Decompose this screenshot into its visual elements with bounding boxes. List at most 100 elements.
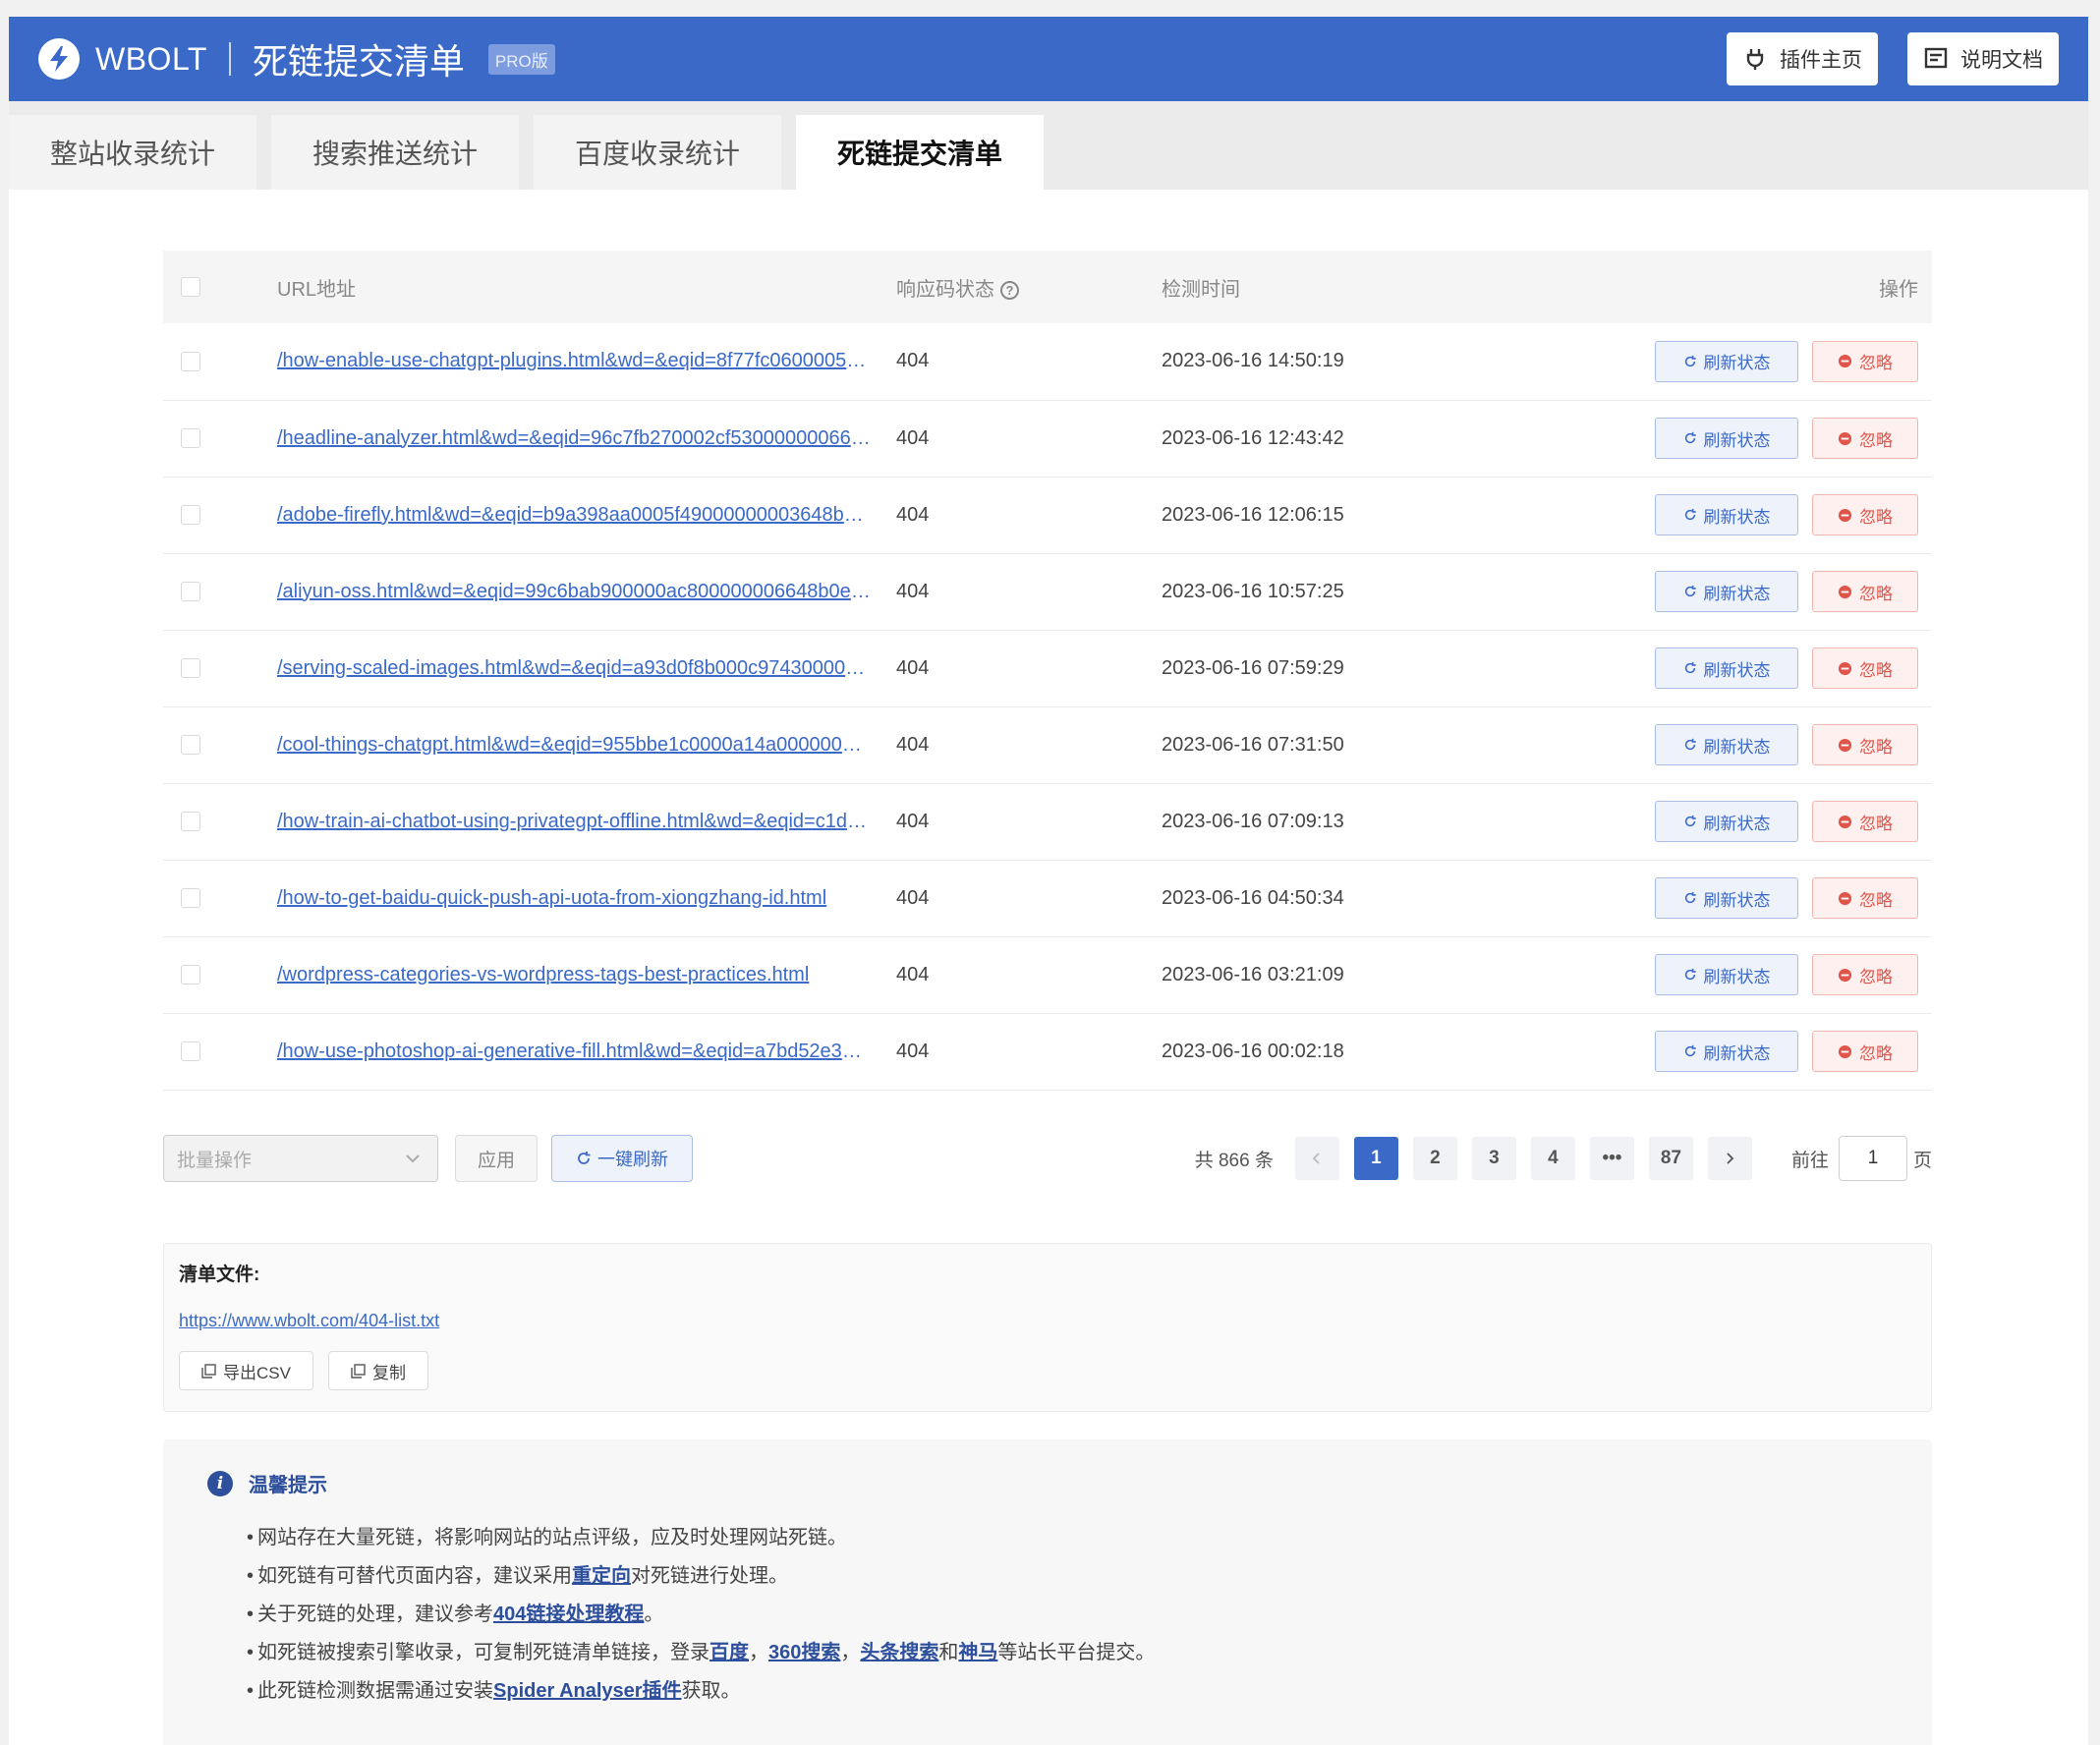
ignore-button[interactable]: 忽略 [1812, 801, 1918, 842]
row-checkbox[interactable] [181, 888, 200, 909]
help-icon[interactable]: ? [1000, 280, 1019, 300]
ignore-label: 忽略 [1859, 354, 1893, 373]
tip-link[interactable]: 404链接处理教程 [493, 1604, 644, 1625]
row-url-link[interactable]: /cool-things-chatgpt.html&wd=&eqid=955bb… [277, 734, 872, 757]
minus-circle-icon [1838, 891, 1852, 906]
list-file-link[interactable]: https://www.wbolt.com/404-list.txt [179, 1311, 1916, 1331]
page-1[interactable]: 1 [1353, 1137, 1398, 1180]
goto-prefix: 前往 [1790, 1150, 1829, 1171]
row-url-link[interactable]: /aliyun-oss.html&wd=&eqid=99c6bab900000a… [277, 581, 872, 603]
row-checkbox[interactable] [181, 812, 200, 832]
refresh-status-label: 刷新状态 [1703, 1043, 1771, 1063]
page-4[interactable]: 4 [1530, 1137, 1575, 1180]
ignore-button[interactable]: 忽略 [1812, 877, 1918, 919]
tab-baidu-index[interactable]: 百度收录统计 [534, 115, 781, 190]
row-checkbox[interactable] [181, 1041, 200, 1062]
tip-text: 等站长平台提交。 [997, 1642, 1156, 1663]
export-csv-button[interactable]: 导出CSV [179, 1351, 313, 1390]
ignore-button[interactable]: 忽略 [1812, 647, 1918, 689]
table-row: /how-to-get-baidu-quick-push-api-uota-fr… [163, 860, 1932, 937]
refresh-status-button[interactable]: 刷新状态 [1655, 340, 1798, 382]
refresh-icon [1683, 738, 1697, 752]
table-row: /how-use-photoshop-ai-generative-fill.ht… [163, 1013, 1932, 1091]
page-87[interactable]: 87 [1648, 1137, 1693, 1180]
ignore-button[interactable]: 忽略 [1812, 418, 1918, 459]
row-url-link[interactable]: /headline-analyzer.html&wd=&eqid=96c7fb2… [277, 427, 872, 450]
row-checkbox[interactable] [181, 735, 200, 756]
ignore-label: 忽略 [1859, 507, 1893, 527]
copy-icon [351, 1363, 366, 1379]
row-url-link[interactable]: /adobe-firefly.html&wd=&eqid=b9a398aa000… [277, 504, 872, 527]
copy-button[interactable]: 复制 [327, 1351, 428, 1390]
refresh-status-button[interactable]: 刷新状态 [1655, 724, 1798, 765]
refresh-status-label: 刷新状态 [1703, 814, 1771, 833]
refresh-status-button[interactable]: 刷新状态 [1655, 801, 1798, 842]
row-url-link[interactable]: /how-use-photoshop-ai-generative-fill.ht… [277, 1041, 872, 1063]
ignore-button[interactable]: 忽略 [1812, 1031, 1918, 1072]
list-file-title: 清单文件: [179, 1265, 260, 1285]
refresh-icon [1683, 891, 1697, 905]
row-checkbox[interactable] [181, 351, 200, 371]
row-time: 2023-06-16 10:57:25 [1162, 553, 1555, 631]
refresh-status-button[interactable]: 刷新状态 [1655, 1031, 1798, 1072]
copy-label: 复制 [371, 1363, 406, 1382]
goto-page-input[interactable]: 1 [1838, 1136, 1907, 1181]
brand-name: WBOLT [95, 40, 207, 77]
page-3[interactable]: 3 [1471, 1137, 1516, 1180]
row-status: 404 [896, 860, 1162, 937]
page-ellipsis[interactable]: ••• [1589, 1137, 1634, 1180]
next-page-button[interactable] [1707, 1137, 1752, 1180]
tip-link[interactable]: 百度 [709, 1642, 749, 1663]
row-checkbox[interactable] [181, 965, 200, 985]
tip-link[interactable]: 头条搜索 [860, 1642, 938, 1663]
docs-button[interactable]: 说明文档 [1907, 32, 2059, 85]
tip-link[interactable]: Spider Analyser插件 [493, 1680, 682, 1702]
goto-page: 前往 1 页 [1791, 1136, 1932, 1181]
tab-search-push[interactable]: 搜索推送统计 [271, 115, 519, 190]
refresh-status-button[interactable]: 刷新状态 [1655, 954, 1798, 995]
col-status-label: 响应码状态 [896, 278, 994, 301]
ignore-label: 忽略 [1859, 660, 1893, 680]
ignore-button[interactable]: 忽略 [1812, 340, 1918, 382]
row-checkbox[interactable] [181, 428, 200, 449]
refresh-icon [1683, 661, 1697, 675]
refresh-status-button[interactable]: 刷新状态 [1655, 571, 1798, 612]
row-url-link[interactable]: /how-train-ai-chatbot-using-privategpt-o… [277, 811, 872, 833]
row-url-link[interactable]: /how-to-get-baidu-quick-push-api-uota-fr… [277, 887, 872, 910]
refresh-status-button[interactable]: 刷新状态 [1655, 647, 1798, 689]
prev-page-button[interactable] [1294, 1137, 1339, 1180]
ignore-button[interactable]: 忽略 [1812, 571, 1918, 612]
ignore-label: 忽略 [1859, 430, 1893, 450]
refresh-status-button[interactable]: 刷新状态 [1655, 877, 1798, 919]
tab-site-index[interactable]: 整站收录统计 [9, 115, 256, 190]
ignore-button[interactable]: 忽略 [1812, 954, 1918, 995]
select-all-checkbox[interactable] [181, 277, 200, 298]
tip-link[interactable]: 重定向 [572, 1565, 631, 1587]
refresh-status-button[interactable]: 刷新状态 [1655, 494, 1798, 535]
bulk-action-select[interactable]: 批量操作 [163, 1135, 438, 1182]
tip-link[interactable]: 神马 [958, 1642, 997, 1663]
row-url-link[interactable]: /serving-scaled-images.html&wd=&eqid=a93… [277, 657, 872, 680]
refresh-all-button[interactable]: 一键刷新 [551, 1135, 693, 1182]
row-checkbox[interactable] [181, 658, 200, 679]
refresh-status-button[interactable]: 刷新状态 [1655, 418, 1798, 459]
tab-dead-links[interactable]: 死链提交清单 [796, 115, 1044, 190]
refresh-status-label: 刷新状态 [1703, 430, 1771, 450]
page-2[interactable]: 2 [1412, 1137, 1457, 1180]
tip-link[interactable]: 360搜索 [768, 1642, 840, 1663]
tip-text: 关于死链的处理，建议参考 [257, 1604, 494, 1625]
plug-icon [1742, 46, 1768, 72]
pro-badge: PRO版 [487, 43, 555, 75]
tip-text: 和 [938, 1642, 959, 1663]
row-url-link[interactable]: /how-enable-use-chatgpt-plugins.html&wd=… [277, 350, 872, 372]
apply-button[interactable]: 应用 [455, 1135, 538, 1182]
refresh-icon [1683, 968, 1697, 982]
row-checkbox[interactable] [181, 505, 200, 526]
tab-bar: 整站收录统计 搜索推送统计 百度收录统计 死链提交清单 [9, 101, 2088, 190]
ignore-button[interactable]: 忽略 [1812, 494, 1918, 535]
row-url-link[interactable]: /wordpress-categories-vs-wordpress-tags-… [277, 964, 872, 986]
plugin-home-button[interactable]: 插件主页 [1727, 32, 1878, 85]
ignore-button[interactable]: 忽略 [1812, 724, 1918, 765]
row-checkbox[interactable] [181, 582, 200, 602]
refresh-icon [1683, 815, 1697, 828]
